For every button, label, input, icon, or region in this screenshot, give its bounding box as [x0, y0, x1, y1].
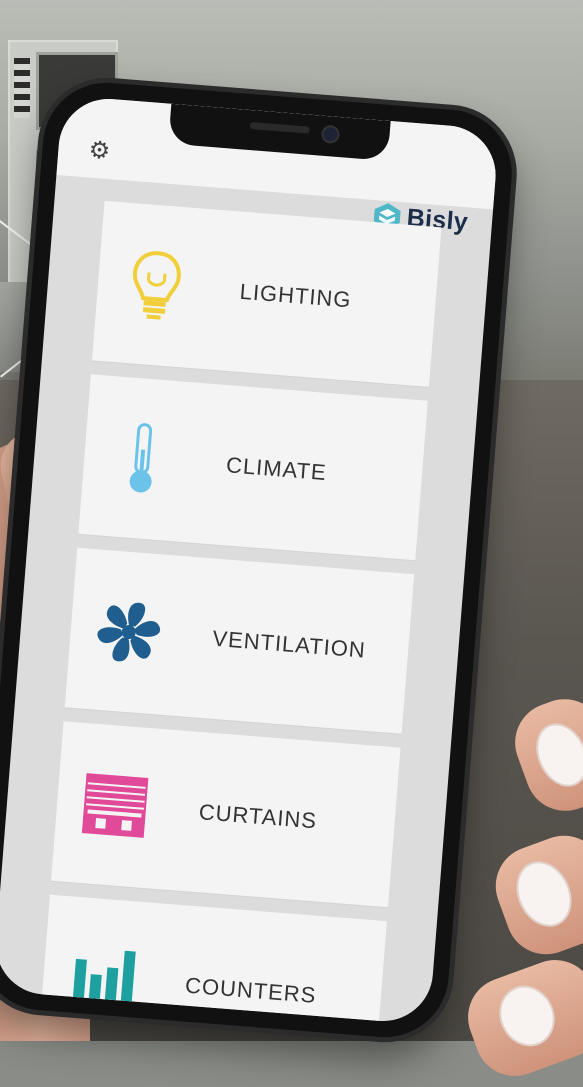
thermometer-icon: [103, 416, 181, 501]
menu-item-counters[interactable]: COUNTERS: [37, 894, 387, 1025]
menu-item-climate[interactable]: CLIMATE: [78, 374, 428, 561]
menu-item-label: CLIMATE: [225, 452, 328, 486]
menu-item-label: CURTAINS: [197, 799, 318, 834]
gear-icon[interactable]: ⚙: [85, 136, 113, 165]
lightbulb-icon: [117, 242, 195, 327]
fan-icon: [90, 589, 168, 674]
speaker: [249, 121, 310, 134]
oven-knobs: [14, 58, 30, 118]
menu-item-ventilation[interactable]: VENTILATION: [64, 547, 415, 734]
bar-chart-icon: [62, 936, 140, 1021]
phone-device: ⚙ Bisly LIGHTING CLIMATE VENTILATION CUR…: [0, 78, 517, 1043]
phone-screen: ⚙ Bisly LIGHTING CLIMATE VENTILATION CUR…: [0, 95, 500, 1025]
curtains-icon: [76, 763, 154, 848]
front-camera: [320, 124, 341, 145]
menu-item-label: LIGHTING: [238, 278, 353, 313]
menu-item-lighting[interactable]: LIGHTING: [91, 200, 442, 387]
menu-item-curtains[interactable]: CURTAINS: [51, 721, 401, 908]
category-menu: LIGHTING CLIMATE VENTILATION CURTAINS CO…: [36, 200, 442, 1025]
menu-item-label: COUNTERS: [184, 972, 318, 1008]
menu-item-label: VENTILATION: [211, 625, 367, 663]
